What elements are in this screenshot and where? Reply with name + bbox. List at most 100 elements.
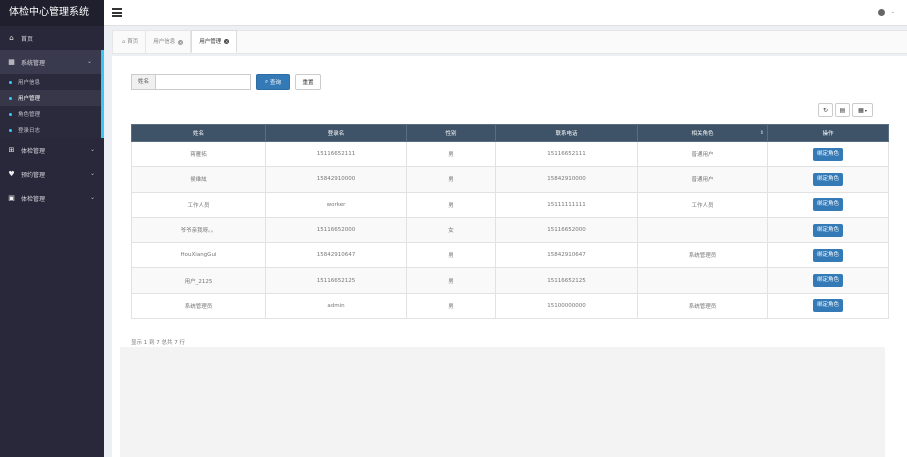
cell-action: 绑定角色 — [767, 140, 889, 168]
column-header-action: 操作 — [767, 124, 889, 142]
cell-action: 绑定角色 — [767, 191, 889, 218]
search-icon: ⌕ — [264, 78, 269, 85]
cell-role — [637, 216, 768, 244]
cell-phone: 15842910647 — [495, 242, 638, 269]
column-header-name[interactable]: 姓名 — [131, 124, 266, 142]
toggle-view-button[interactable]: ▤ — [835, 103, 850, 117]
bullet-icon — [9, 112, 12, 116]
sidebar-item-system[interactable]: ▦ 系统管理 ⌄ — [0, 50, 104, 74]
cell-gender: 男 — [406, 292, 496, 320]
sidebar-item-appointment[interactable]: ♥ 预约管理 ⌄ — [0, 162, 104, 186]
cell-gender: 男 — [406, 242, 496, 269]
home-icon: ⌂ — [122, 39, 126, 45]
page-tabs: ⌂ 首页 用户信息 × 用户管理 × — [112, 30, 907, 54]
name-input[interactable] — [156, 75, 250, 89]
refresh-icon: ↻ — [822, 106, 829, 114]
query-button[interactable]: ⌕ 查询 — [256, 74, 290, 90]
calendar-check-icon: ▣ — [8, 194, 15, 202]
cell-login: 15842910000 — [265, 166, 407, 193]
chevron-down-icon: ⌄ — [89, 194, 95, 201]
columns-button[interactable]: ▦ ▾ — [852, 103, 873, 117]
bullet-icon — [9, 80, 12, 84]
menu-toggle-icon[interactable] — [112, 8, 122, 17]
bind-role-button[interactable]: 绑定角色 — [812, 274, 843, 288]
sidebar-item-exam[interactable]: ⊞ 体检管理 ⌄ — [0, 138, 104, 162]
column-header-role-label: 相关角色 — [691, 131, 714, 137]
caret-down-icon[interactable]: ⌄ — [891, 9, 895, 15]
sidebar-subitem-user-info[interactable]: 用户信息 — [0, 74, 101, 90]
cell-name: 工作人员 — [131, 191, 266, 218]
content-area: 姓名 ⌕ 查询 重置 ↻ ▤ ▦ ▾ 姓名 登录名 性别 联系电话 相关角色 ⇕… — [112, 56, 907, 457]
bind-role-button[interactable]: 绑定角色 — [812, 299, 843, 313]
sidebar-subitem-role-manage[interactable]: 角色管理 — [0, 106, 101, 122]
name-label: 姓名 — [132, 75, 156, 89]
cell-action: 绑定角色 — [767, 292, 889, 320]
refresh-button[interactable]: ↻ — [818, 103, 833, 117]
sidebar-item-home[interactable]: ⌂ 首页 — [0, 26, 104, 50]
chevron-down-icon: ⌄ — [89, 146, 95, 153]
column-header-login[interactable]: 登录名 — [265, 124, 407, 142]
sidebar-subitem-user-manage[interactable]: 用户管理 — [0, 90, 101, 106]
sidebar-item-exam-2[interactable]: ▣ 体检管理 ⌄ — [0, 186, 104, 210]
table-header-row: 姓名 登录名 性别 联系电话 相关角色 ⇕ 操作 — [131, 124, 889, 142]
cell-phone: 15100000000 — [495, 292, 638, 320]
close-icon[interactable]: × — [178, 39, 184, 45]
table-row: 用户_2125 15116652125 男 15116652125 绑定角色 — [131, 267, 889, 294]
cell-action: 绑定角色 — [767, 267, 889, 294]
bind-role-button[interactable]: 绑定角色 — [812, 172, 843, 186]
tab-label: 用户管理 — [199, 38, 222, 45]
user-table: 姓名 登录名 性别 联系电话 相关角色 ⇕ 操作 蒋雁拓 15116652111 … — [131, 124, 889, 320]
table-toolbar: ↻ ▤ ▦ ▾ — [816, 103, 873, 117]
cell-gender: 男 — [406, 191, 496, 218]
user-icon[interactable] — [878, 9, 885, 16]
sort-icon[interactable]: ⇕ — [760, 130, 764, 136]
chevron-down-icon: ⌄ — [89, 170, 95, 177]
sidebar-item-label: 预约管理 — [21, 171, 46, 179]
cell-gender: 男 — [406, 267, 496, 294]
cell-role: 系统管理员 — [637, 242, 768, 269]
cell-login: 15842910647 — [265, 242, 407, 269]
pagination-info: 显示 1 到 7 总共 7 行 — [131, 340, 185, 346]
tab-user-info[interactable]: 用户信息 × — [146, 31, 192, 53]
column-header-gender[interactable]: 性别 — [406, 124, 496, 142]
close-icon[interactable]: × — [224, 39, 230, 44]
cell-name: 蒋雁拓 — [131, 140, 266, 168]
home-icon: ⌂ — [9, 34, 14, 42]
cell-action: 绑定角色 — [767, 166, 889, 193]
bind-role-button[interactable]: 绑定角色 — [812, 223, 843, 237]
cell-login: 15116652111 — [265, 140, 407, 168]
tab-user-manage[interactable]: 用户管理 × — [191, 30, 238, 53]
sidebar-subitem-login-log[interactable]: 登录日志 — [0, 122, 101, 138]
bind-role-button[interactable]: 绑定角色 — [812, 198, 843, 212]
sidebar-item-label: 首页 — [21, 35, 34, 43]
sidebar-item-label: 体检管理 — [21, 147, 46, 155]
sidebar-item-label: 体检管理 — [21, 195, 46, 203]
bind-role-button[interactable]: 绑定角色 — [812, 147, 843, 161]
reset-button[interactable]: 重置 — [295, 74, 321, 90]
sidebar-subitem-label: 用户信息 — [18, 80, 41, 86]
cell-role: 普通用户 — [637, 140, 768, 168]
sidebar-subitem-label: 角色管理 — [18, 112, 41, 118]
column-header-phone[interactable]: 联系电话 — [495, 124, 638, 142]
tab-home[interactable]: ⌂ 首页 — [115, 31, 147, 53]
cell-action: 绑定角色 — [767, 242, 889, 269]
table-row: 蒋雁拓 15116652111 男 15116652111 普通用户 绑定角色 — [131, 140, 889, 168]
tab-label: 用户信息 — [153, 39, 176, 45]
cell-role: 工作人员 — [637, 191, 768, 218]
cell-name: 用户_2125 — [131, 267, 266, 294]
list-icon: ▤ — [839, 106, 846, 114]
app-title: 体检中心管理系统 — [0, 0, 104, 26]
table-row: 工作人员 worker 男 15111111111 工作人员 绑定角色 — [131, 191, 889, 218]
query-button-label: 查询 — [270, 80, 282, 86]
heartbeat-icon: ♥ — [8, 170, 15, 178]
column-header-role[interactable]: 相关角色 ⇕ — [637, 124, 768, 142]
cell-gender: 男 — [406, 140, 496, 168]
cell-login: 15116652000 — [265, 216, 407, 244]
topbar: ⌄ — [104, 0, 907, 26]
bind-role-button[interactable]: 绑定角色 — [812, 248, 843, 262]
plus-square-icon: ⊞ — [8, 146, 15, 154]
chevron-down-icon: ⌄ — [86, 58, 92, 65]
table-row: 爷爷亲我呀。。 15116652000 女 15116652000 绑定角色 — [131, 216, 889, 244]
tab-label: 首页 — [127, 39, 139, 45]
sidebar-subitem-label: 登录日志 — [18, 128, 41, 134]
